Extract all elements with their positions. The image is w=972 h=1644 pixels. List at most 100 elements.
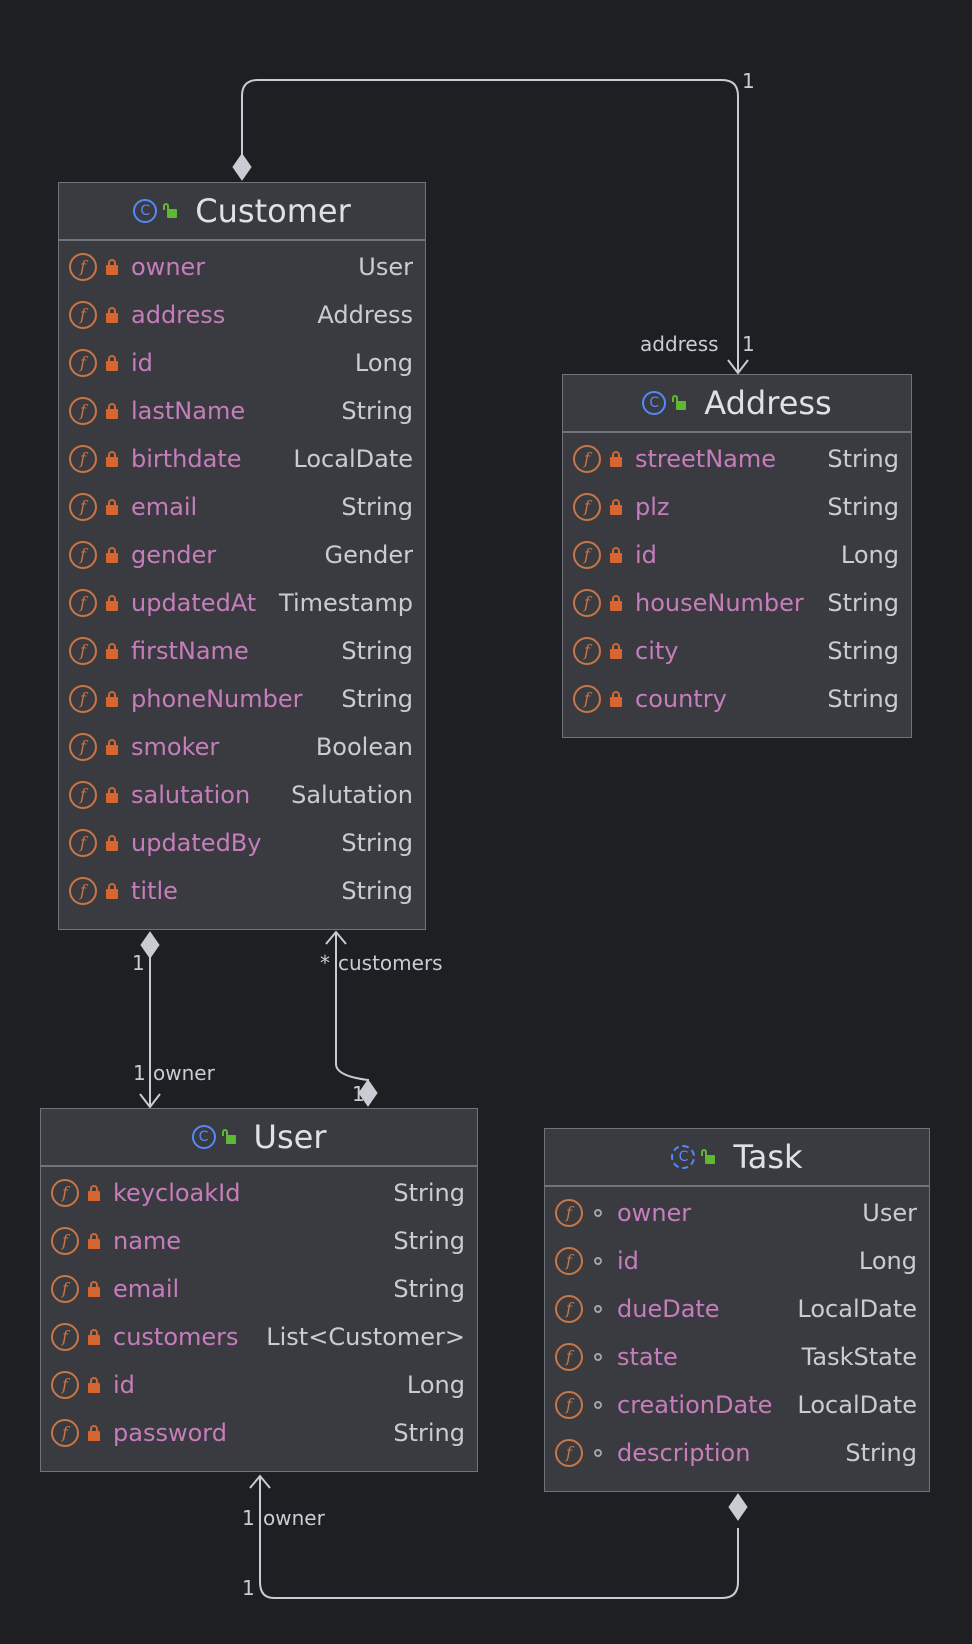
field-row[interactable]: f salutation Salutation bbox=[59, 771, 425, 819]
field-icon: f bbox=[573, 637, 601, 665]
arrowhead-owner bbox=[139, 1093, 161, 1109]
field-name: salutation bbox=[131, 781, 251, 809]
field-row[interactable]: f birthdate LocalDate bbox=[59, 435, 425, 483]
field-type: LocalDate bbox=[293, 445, 413, 473]
field-row[interactable]: f phoneNumber String bbox=[59, 675, 425, 723]
field-row[interactable]: f country String bbox=[563, 675, 911, 723]
field-row[interactable]: f address Address bbox=[59, 291, 425, 339]
field-row[interactable]: f keycloakId String bbox=[41, 1169, 477, 1217]
multiplicity-label: 1 bbox=[133, 1061, 146, 1085]
class-header: C User bbox=[41, 1109, 477, 1167]
private-lock-icon bbox=[609, 595, 623, 611]
class-title: Customer bbox=[195, 192, 351, 230]
public-visibility-icon bbox=[163, 203, 178, 219]
class-icon: C bbox=[133, 199, 158, 223]
field-row[interactable]: f title String bbox=[59, 867, 425, 915]
private-lock-icon bbox=[105, 307, 119, 323]
field-row[interactable]: f lastName String bbox=[59, 387, 425, 435]
public-visibility-icon bbox=[701, 1149, 716, 1165]
field-name: id bbox=[131, 349, 153, 377]
private-lock-icon bbox=[105, 355, 119, 371]
field-type: String bbox=[393, 1179, 465, 1207]
field-row[interactable]: f updatedAt Timestamp bbox=[59, 579, 425, 627]
class-address[interactable]: C Address f streetName String f plz String f… bbox=[562, 374, 912, 738]
field-row[interactable]: f gender Gender bbox=[59, 531, 425, 579]
field-row[interactable]: f state TaskState bbox=[545, 1333, 929, 1381]
field-row[interactable]: f owner User bbox=[59, 243, 425, 291]
field-row[interactable]: f email String bbox=[59, 483, 425, 531]
field-name: birthdate bbox=[131, 445, 242, 473]
field-row[interactable]: f name String bbox=[41, 1217, 477, 1265]
field-row[interactable]: f id Long bbox=[545, 1237, 929, 1285]
private-lock-icon bbox=[609, 499, 623, 515]
field-row[interactable]: f id Long bbox=[59, 339, 425, 387]
arrowhead-address bbox=[727, 359, 749, 375]
field-row[interactable]: f creationDate LocalDate bbox=[545, 1381, 929, 1429]
field-name: houseNumber bbox=[635, 589, 804, 617]
field-name: smoker bbox=[131, 733, 220, 761]
field-name: streetName bbox=[635, 445, 776, 473]
field-row[interactable]: f plz String bbox=[563, 483, 911, 531]
public-visibility-icon bbox=[221, 1129, 236, 1145]
field-icon: f bbox=[555, 1343, 583, 1371]
field-name: phoneNumber bbox=[131, 685, 303, 713]
class-customer[interactable]: C Customer f owner User f address Address fi… bbox=[58, 182, 426, 930]
package-private-icon bbox=[591, 1301, 605, 1317]
field-icon: f bbox=[69, 253, 97, 281]
public-visibility-icon bbox=[672, 395, 687, 411]
field-type: String bbox=[845, 1439, 917, 1467]
private-lock-icon bbox=[105, 643, 119, 659]
field-type: List<Customer> bbox=[266, 1323, 465, 1351]
field-row[interactable]: f city String bbox=[563, 627, 911, 675]
package-private-icon bbox=[591, 1445, 605, 1461]
field-row[interactable]: f customers List<Customer> bbox=[41, 1313, 477, 1361]
multiplicity-label: 1 bbox=[742, 69, 755, 93]
field-row[interactable]: f owner User bbox=[545, 1189, 929, 1237]
multiplicity-label: 1 bbox=[242, 1576, 255, 1600]
field-type: User bbox=[862, 1199, 917, 1227]
role-label: owner bbox=[263, 1506, 325, 1530]
field-name: dueDate bbox=[617, 1295, 720, 1323]
field-row[interactable]: f dueDate LocalDate bbox=[545, 1285, 929, 1333]
private-lock-icon bbox=[105, 691, 119, 707]
class-icon: C bbox=[642, 391, 667, 415]
field-row[interactable]: f id Long bbox=[563, 531, 911, 579]
field-type: String bbox=[393, 1227, 465, 1255]
field-type: Timestamp bbox=[279, 589, 413, 617]
field-icon: f bbox=[51, 1227, 79, 1255]
class-task[interactable]: C Task f owner User f id Long f dueDate LocalD… bbox=[544, 1128, 930, 1492]
field-name: gender bbox=[131, 541, 217, 569]
class-user[interactable]: C User f keycloakId String f name String f em… bbox=[40, 1108, 478, 1472]
private-lock-icon bbox=[609, 547, 623, 563]
field-row[interactable]: f streetName String bbox=[563, 435, 911, 483]
field-row[interactable]: f firstName String bbox=[59, 627, 425, 675]
field-row[interactable]: f smoker Boolean bbox=[59, 723, 425, 771]
field-type: Boolean bbox=[315, 733, 413, 761]
field-name: firstName bbox=[131, 637, 249, 665]
field-type: Address bbox=[317, 301, 413, 329]
field-type: String bbox=[341, 493, 413, 521]
field-list: f keycloakId String f name String f email Stri… bbox=[41, 1167, 477, 1457]
role-label: address bbox=[640, 332, 719, 356]
field-row[interactable]: f password String bbox=[41, 1409, 477, 1457]
field-icon: f bbox=[69, 445, 97, 473]
field-row[interactable]: f id Long bbox=[41, 1361, 477, 1409]
package-private-icon bbox=[591, 1349, 605, 1365]
field-name: email bbox=[131, 493, 198, 521]
field-type: String bbox=[341, 685, 413, 713]
package-private-icon bbox=[591, 1397, 605, 1413]
field-type: String bbox=[827, 637, 899, 665]
field-name: password bbox=[113, 1419, 227, 1447]
field-row[interactable]: f houseNumber String bbox=[563, 579, 911, 627]
private-lock-icon bbox=[87, 1281, 101, 1297]
field-name: updatedBy bbox=[131, 829, 262, 857]
field-type: Long bbox=[840, 541, 899, 569]
field-row[interactable]: f email String bbox=[41, 1265, 477, 1313]
package-private-icon bbox=[591, 1253, 605, 1269]
class-header: C Task bbox=[545, 1129, 929, 1187]
field-icon: f bbox=[69, 301, 97, 329]
field-type: String bbox=[827, 445, 899, 473]
field-row[interactable]: f updatedBy String bbox=[59, 819, 425, 867]
field-icon: f bbox=[573, 541, 601, 569]
field-row[interactable]: f description String bbox=[545, 1429, 929, 1477]
